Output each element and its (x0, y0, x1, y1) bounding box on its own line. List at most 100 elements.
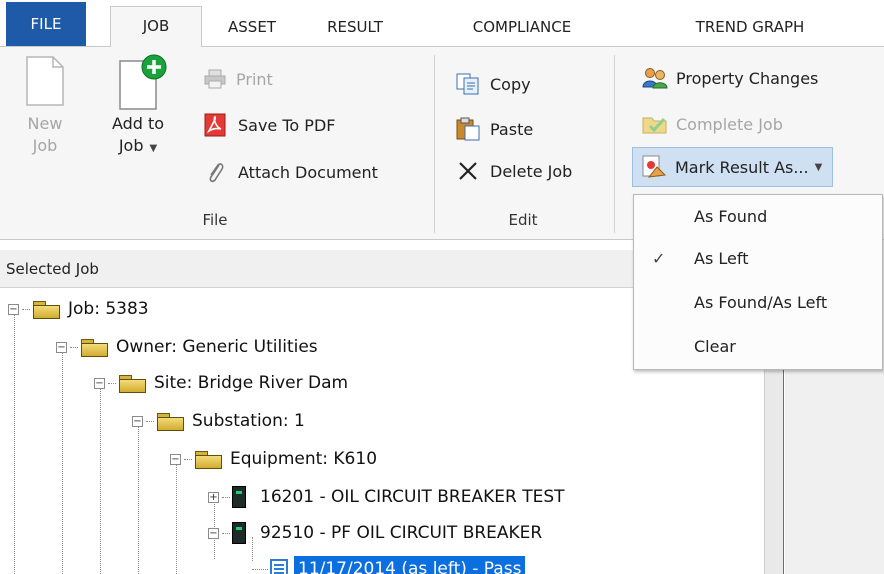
tree-guide-line (14, 311, 15, 574)
save-to-pdf-label: Save To PDF (238, 115, 336, 135)
tree-node-label: Job: 5383 (68, 299, 149, 319)
collapse-icon[interactable]: − (170, 453, 181, 465)
edit-group-label: Edit (508, 211, 538, 229)
group-separator (434, 55, 435, 233)
delete-job-label: Delete Job (490, 161, 573, 181)
collapse-icon[interactable]: − (94, 377, 105, 389)
mark-result-icon (642, 155, 667, 178)
tree-node-equipment[interactable]: − Equipment: K610 (170, 445, 377, 473)
menu-item-as-found-as-left[interactable]: As Found/As Left (634, 283, 882, 323)
checkmark-icon: ✓ (652, 249, 666, 268)
result-document-icon (270, 559, 288, 574)
tree-node-asset[interactable]: − 92510 - PF OIL CIRCUIT BREAKER (208, 519, 542, 547)
property-changes-button[interactable]: Property Changes (642, 67, 818, 89)
tree-connector (70, 346, 78, 348)
folder-icon (32, 300, 60, 319)
tree-connector (252, 568, 268, 570)
copy-label: Copy (490, 74, 531, 94)
folder-icon (80, 338, 108, 357)
users-icon (642, 68, 668, 89)
tree-node-label: Substation: 1 (192, 411, 305, 431)
delete-x-icon (459, 162, 477, 180)
add-to-job-label-line1: Add to (111, 114, 165, 133)
mark-result-as-button[interactable]: Mark Result As... ▼ (632, 147, 834, 187)
menu-item-label: As Found (694, 207, 768, 226)
attach-document-label: Attach Document (238, 162, 378, 182)
tab-result[interactable]: RESULT (300, 8, 410, 46)
collapse-icon[interactable]: − (56, 341, 67, 353)
tree-connector (222, 532, 230, 534)
tree-node-label: Equipment: K610 (230, 449, 378, 469)
tree-node-substation[interactable]: − Substation: 1 (132, 407, 305, 435)
new-job-label-line2: Job (32, 136, 58, 155)
tree-guide-line (138, 423, 139, 574)
new-job-button[interactable]: New Job (20, 55, 70, 157)
tree-guide-line (100, 385, 101, 574)
tree-node-site[interactable]: − Site: Bridge River Dam (94, 369, 348, 397)
copy-button[interactable]: Copy (456, 73, 531, 95)
tree-connector (108, 382, 116, 384)
menu-item-label: As Left (694, 249, 749, 268)
folder-check-icon (642, 117, 667, 134)
tree-connector (222, 496, 230, 498)
chevron-down-icon: ▼ (814, 161, 823, 173)
menu-item-label: Clear (694, 337, 736, 356)
folder-icon (194, 450, 222, 469)
property-changes-label: Property Changes (676, 68, 819, 88)
tree-node-label: Owner: Generic Utilities (116, 337, 318, 357)
expand-icon[interactable]: + (208, 491, 219, 503)
collapse-icon[interactable]: − (8, 303, 19, 315)
device-icon (232, 522, 246, 544)
panel-title: Selected Job (6, 260, 99, 278)
tree-connector (184, 458, 192, 460)
tree-node-result[interactable]: 11/17/2014 (as left) - Pass (252, 555, 526, 574)
paste-button[interactable]: Paste (456, 117, 533, 141)
attach-document-button[interactable]: Attach Document (206, 159, 378, 185)
delete-job-button[interactable]: Delete Job (458, 161, 572, 181)
tree-guide-line (62, 349, 63, 574)
add-to-job-label-line2: Job ▼ (118, 136, 158, 155)
new-job-label-line1: New (27, 114, 63, 133)
menu-item-as-found[interactable]: As Found (634, 197, 882, 237)
mark-result-dropdown: As Found ✓ As Left As Found/As Left Clea… (633, 194, 883, 370)
file-group-label: File (202, 211, 228, 229)
paste-label: Paste (490, 119, 534, 139)
collapse-icon[interactable]: − (132, 415, 143, 427)
tab-asset[interactable]: ASSET (208, 8, 296, 46)
tree-node-label-selected: 11/17/2014 (as left) - Pass (294, 556, 526, 574)
group-separator (614, 55, 615, 233)
tree-node-label: 16201 - OIL CIRCUIT BREAKER TEST (260, 487, 565, 507)
menu-item-label: As Found/As Left (694, 293, 828, 312)
chevron-down-icon: ▼ (149, 143, 158, 154)
tree-connector (22, 308, 30, 310)
menu-item-clear[interactable]: Clear (634, 327, 882, 367)
tree-node-owner[interactable]: − Owner: Generic Utilities (56, 333, 318, 361)
tree-node-job[interactable]: − Job: 5383 (8, 295, 149, 323)
print-button[interactable]: Print (204, 69, 273, 89)
tree-node-asset[interactable]: + 16201 - OIL CIRCUIT BREAKER TEST (208, 483, 565, 511)
print-label: Print (236, 69, 273, 89)
printer-icon (204, 69, 226, 89)
paperclip-icon (209, 163, 224, 183)
new-document-icon (26, 56, 64, 106)
complete-job-label: Complete Job (676, 114, 783, 134)
tree-connector (146, 420, 154, 422)
tree-node-label: 92510 - PF OIL CIRCUIT BREAKER (260, 523, 543, 543)
tree-node-label: Site: Bridge River Dam (154, 373, 349, 393)
add-to-job-button[interactable]: Add to Job ▼ (98, 53, 178, 160)
paste-icon (456, 117, 480, 141)
collapse-icon[interactable]: − (208, 527, 219, 539)
tab-file[interactable]: FILE (6, 2, 86, 46)
add-document-icon (119, 54, 167, 110)
menu-item-as-left[interactable]: ✓ As Left (634, 239, 882, 279)
tree-guide-line (176, 461, 177, 574)
copy-icon (456, 73, 479, 95)
tab-job[interactable]: JOB (110, 6, 202, 47)
tab-trend-graph[interactable]: TREND GRAPH (640, 8, 860, 46)
complete-job-button[interactable]: Complete Job (642, 113, 783, 135)
save-to-pdf-button[interactable]: Save To PDF (204, 113, 335, 137)
tab-compliance[interactable]: COMPLIANCE (418, 8, 626, 46)
device-icon (232, 486, 246, 508)
folder-icon (118, 374, 146, 393)
app-window: FILE JOB ASSET RESULT COMPLIANCE TREND G… (0, 0, 884, 574)
